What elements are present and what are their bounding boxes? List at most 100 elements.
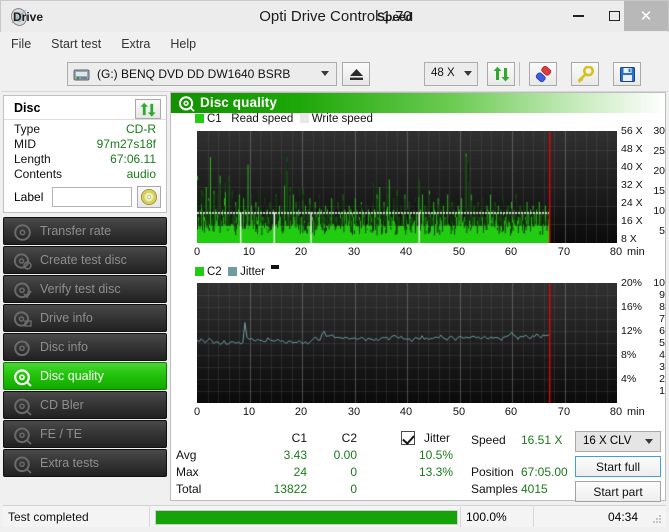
c2-legend: C2 Jitter — [195, 265, 279, 278]
floppy-save-icon — [618, 66, 637, 83]
sidebar-item-create-test-disc[interactable]: Create test disc — [3, 246, 167, 274]
disc-extra-icon — [13, 455, 32, 474]
c1-xtick: 70 — [552, 246, 576, 258]
menu-extra[interactable]: Extra — [111, 32, 160, 56]
disc-row-mid: MID 97m27s18f — [4, 137, 166, 152]
minimize-button[interactable] — [560, 1, 596, 31]
c2-ytick: 7 — [643, 313, 665, 325]
disc-row-value: 97m27s18f — [97, 137, 156, 151]
refresh-button[interactable] — [487, 62, 515, 86]
disc-quality-header: Disc quality — [171, 93, 665, 113]
chevron-down-icon — [321, 71, 329, 76]
disc-label-key: Label — [14, 190, 43, 204]
sidebar-item-cd-bler[interactable]: CD Bler — [3, 391, 167, 419]
c1-plot — [197, 131, 617, 243]
sidebar-item-drive-info[interactable]: Drive info — [3, 304, 167, 332]
sidebar-item-disc-quality[interactable]: Disc quality — [3, 362, 167, 390]
c2-ytick: 4 — [643, 349, 665, 361]
legend-swatch-c1 — [195, 114, 204, 123]
c2-xtick: 30 — [342, 406, 366, 418]
close-icon: ✕ — [640, 7, 653, 25]
jitter-checkbox[interactable] — [401, 431, 415, 445]
c1-xtick: 10 — [237, 246, 261, 258]
c2-ytick: 8 — [643, 301, 665, 313]
legend-marker-box — [271, 265, 279, 269]
c2-y2tick: 16% — [621, 301, 642, 313]
refresh-arrows-icon — [492, 66, 511, 83]
drive-select[interactable]: (G:) BENQ DVD DD DW1640 BSRB — [67, 62, 337, 86]
c2-y2tick: 12% — [621, 325, 642, 337]
disc-verify-icon — [13, 281, 32, 300]
sidebar-item-fe-te[interactable]: FE / TE — [3, 420, 167, 448]
sidebar-item-label: Transfer rate — [40, 224, 111, 238]
sidebar-item-label: CD Bler — [40, 398, 84, 412]
menu-start-test[interactable]: Start test — [41, 32, 111, 56]
progress-percent: 100.0% — [466, 510, 507, 524]
c1-xtick: 40 — [394, 246, 418, 258]
eject-button[interactable] — [342, 62, 370, 86]
start-part-button[interactable]: Start part — [575, 481, 661, 502]
sidebar-item-label: Disc info — [40, 340, 88, 354]
save-button[interactable] — [613, 62, 641, 86]
disc-create-icon — [13, 252, 32, 271]
c1-xtick: 30 — [342, 246, 366, 258]
c1-xtick: 0 — [185, 246, 209, 258]
status-message: Test completed — [8, 510, 89, 524]
c2-xtick: 60 — [499, 406, 523, 418]
stats-col-header-c1: C1 — [267, 431, 307, 445]
sidebar-item-verify-test-disc[interactable]: Verify test disc — [3, 275, 167, 303]
c2-xtick: 70 — [552, 406, 576, 418]
chevron-down-icon — [645, 439, 653, 444]
maximize-icon — [609, 11, 620, 21]
speed-value: 48 X — [431, 67, 455, 79]
menu-file[interactable]: File — [1, 32, 41, 56]
c2-xtick: 40 — [394, 406, 418, 418]
stats-col-header-c2: C2 — [317, 431, 357, 445]
disc-icon — [13, 223, 32, 242]
speed-label: Speed — [377, 10, 413, 24]
sidebar-item-label: FE / TE — [40, 427, 82, 441]
sidebar-item-label: Create test disc — [40, 253, 127, 267]
c2-ytick: 3 — [643, 361, 665, 373]
menu-help[interactable]: Help — [160, 32, 206, 56]
position-stat-label: Position — [471, 465, 514, 479]
disc-quality-icon — [13, 368, 32, 387]
c1-y2tick: 56 X — [621, 125, 643, 137]
c2-y2tick: 4% — [621, 373, 636, 385]
progress-bar — [155, 510, 458, 525]
close-button[interactable]: ✕ — [624, 1, 668, 31]
disc-rows: Type CD-R MID 97m27s18f Length 67:06.11 … — [4, 122, 166, 182]
sidebar-item-transfer-rate[interactable]: Transfer rate — [3, 217, 167, 245]
legend-swatch-write-speed — [300, 114, 309, 123]
drive-value: (G:) BENQ DVD DD DW1640 BSRB — [97, 67, 290, 81]
c1-xtick: 20 — [289, 246, 313, 258]
write-speed-value: 16 X CLV — [583, 435, 631, 447]
speed-select[interactable]: 48 X — [424, 62, 478, 86]
disc-refresh-button[interactable] — [135, 99, 161, 119]
key-button[interactable] — [571, 62, 599, 86]
disc-label-input[interactable] — [52, 187, 132, 207]
drive-icon — [73, 67, 91, 83]
write-speed-select[interactable]: 16 X CLV — [575, 431, 661, 452]
c1-y2tick: 40 X — [621, 161, 643, 173]
refresh-arrows-icon — [139, 102, 157, 118]
status-separator — [533, 507, 534, 527]
resize-grip-icon[interactable] — [652, 514, 662, 524]
disc-info-icon: i — [13, 339, 32, 358]
c1-ytick: 10 — [643, 205, 665, 217]
cd-disc-icon — [140, 188, 158, 206]
stats-panel: C1 C2 Avg Max Total 3.43 24 13822 0.00 0… — [171, 429, 665, 500]
sidebar-item-extra-tests[interactable]: Extra tests — [3, 449, 167, 477]
c1-y2tick: 16 X — [621, 215, 643, 227]
c2-y2tick: 20% — [621, 277, 642, 289]
sidebar-item-disc-info[interactable]: i Disc info — [3, 333, 167, 361]
disc-label-read-button[interactable] — [137, 186, 161, 208]
sidebar-item-label: Drive info — [40, 311, 93, 325]
c2-ytick: 6 — [643, 325, 665, 337]
disc-fete-icon — [13, 426, 32, 445]
erase-button[interactable] — [529, 62, 557, 86]
c2-xtick: 10 — [237, 406, 261, 418]
c2-ytick: 9 — [643, 289, 665, 301]
c1-plot-canvas — [197, 131, 617, 243]
start-full-button[interactable]: Start full — [575, 456, 661, 477]
